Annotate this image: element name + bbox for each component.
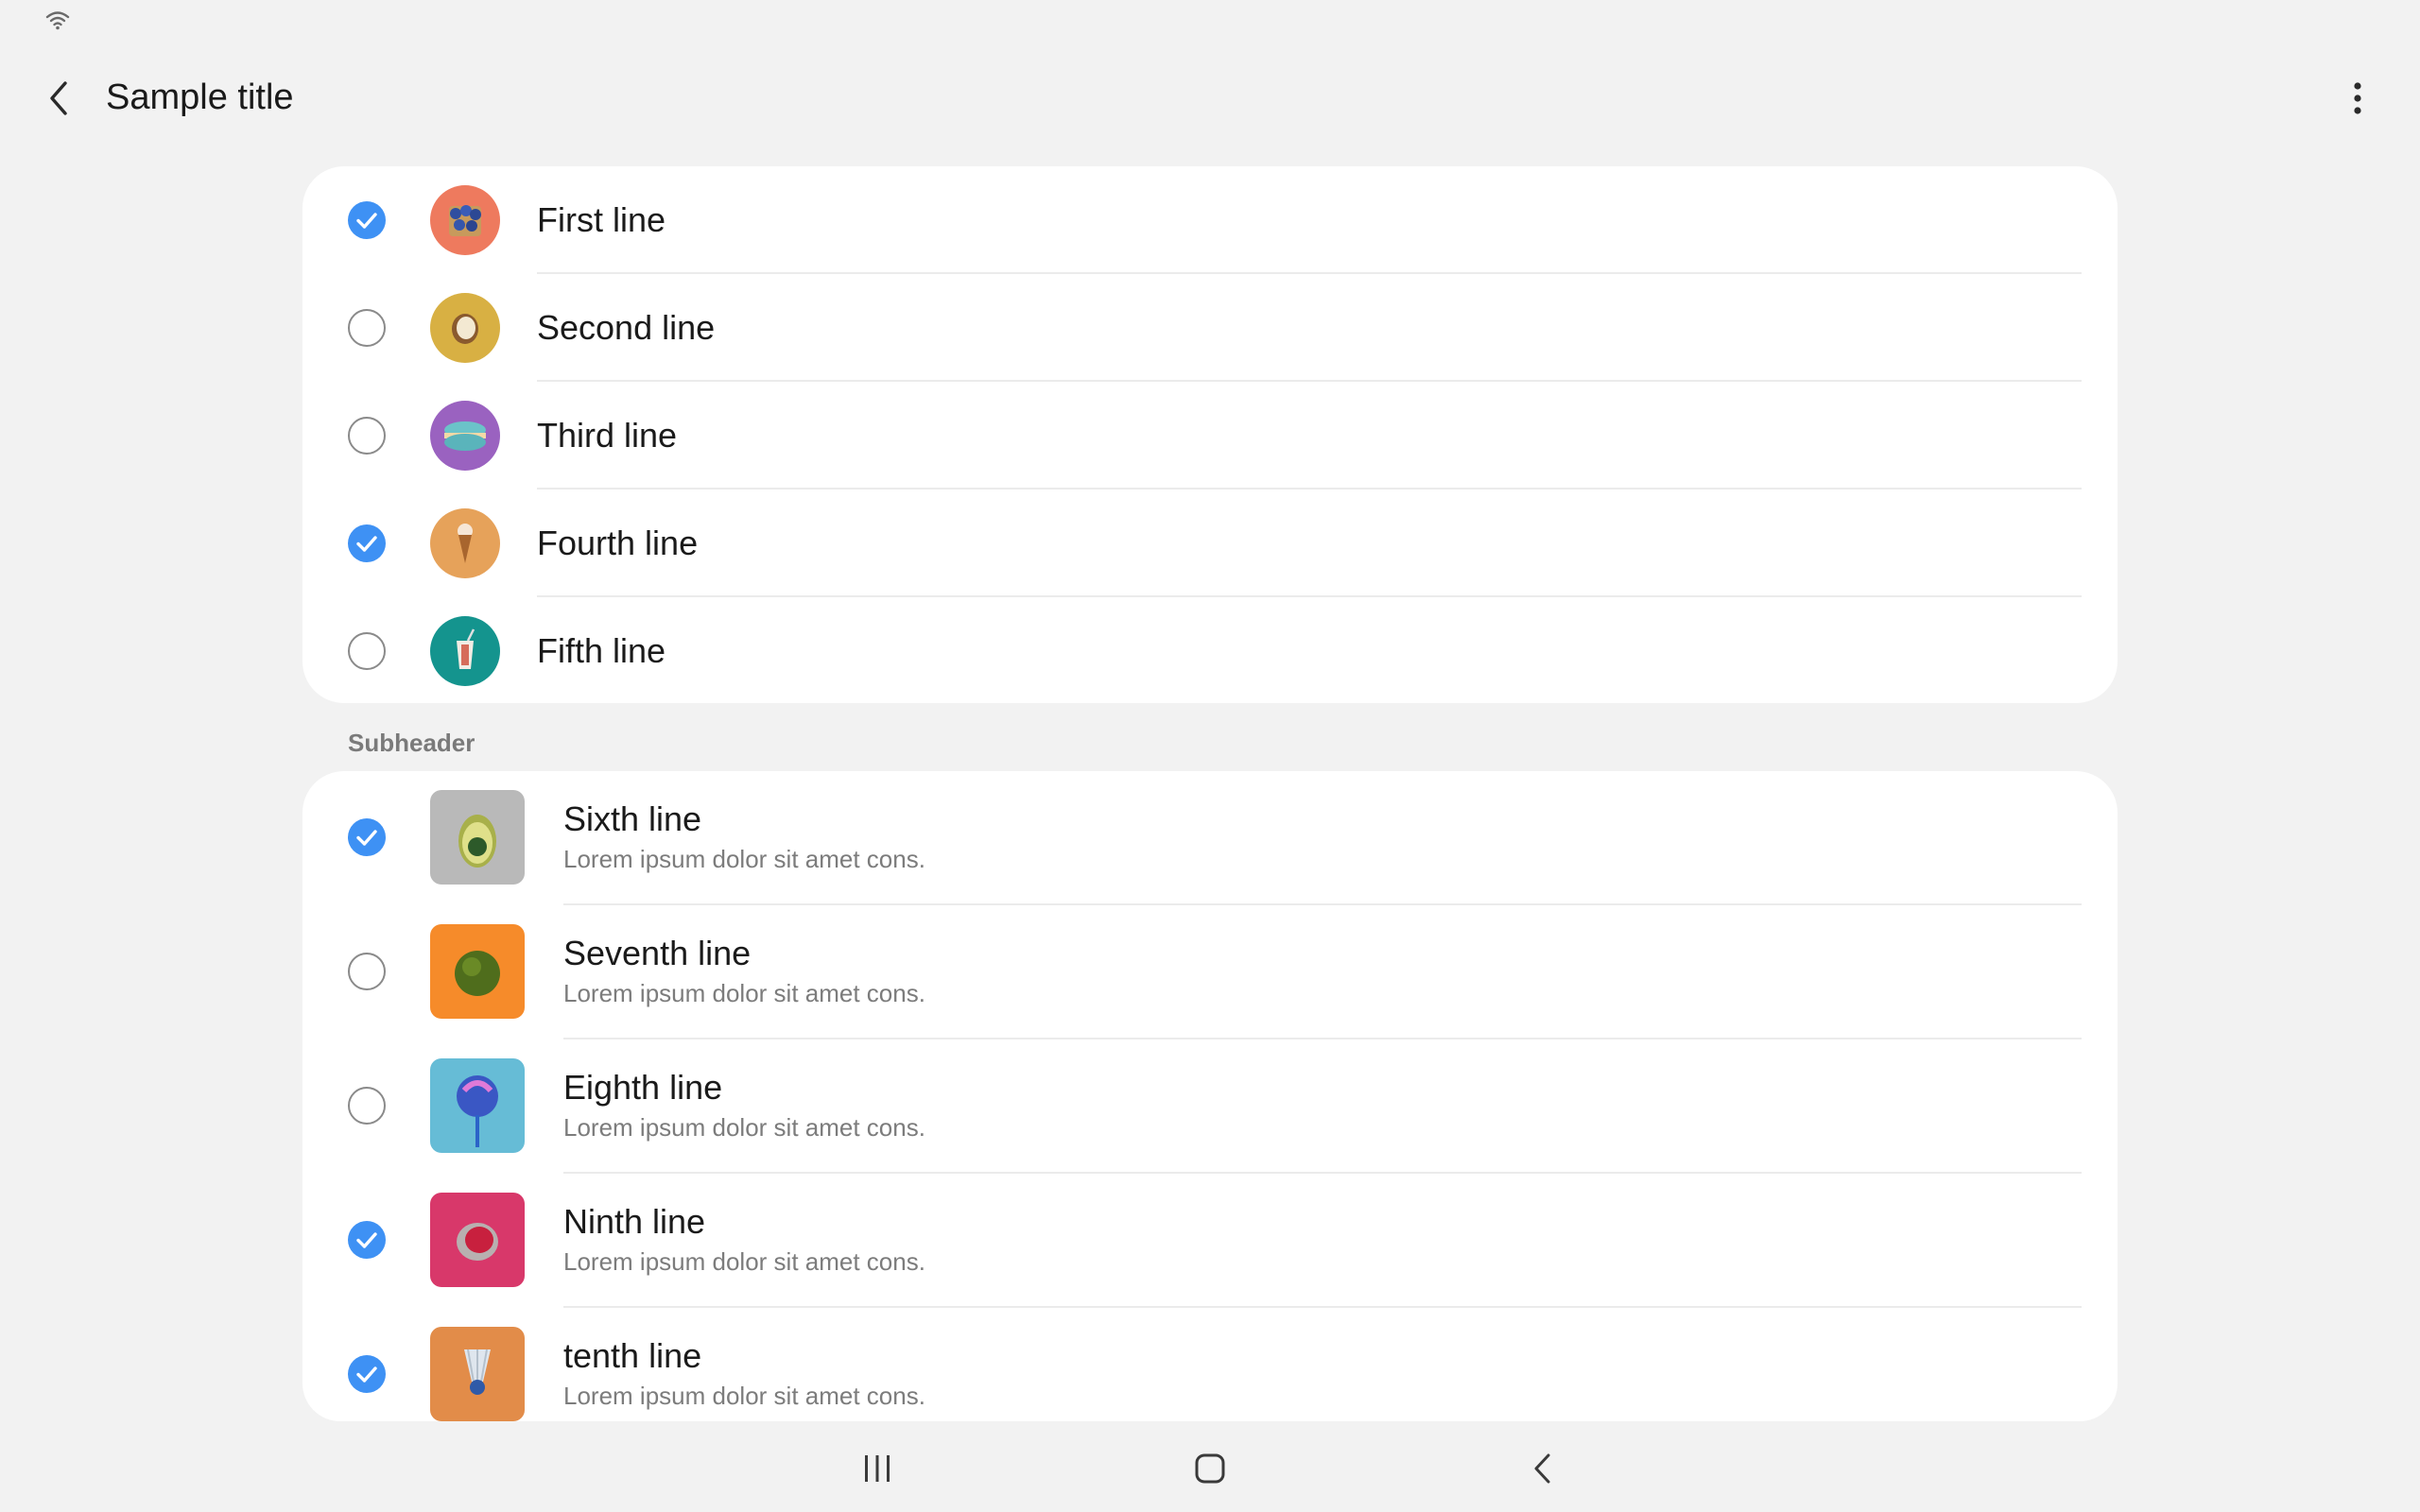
row-title: Eighth line <box>563 1068 723 1107</box>
checkbox-unchecked[interactable] <box>348 1087 386 1125</box>
row-title: tenth line <box>563 1336 702 1375</box>
wifi-icon <box>45 9 70 30</box>
back-icon[interactable] <box>1520 1446 1565 1491</box>
list-item[interactable]: tenth line Lorem ipsum dolor sit amet co… <box>302 1308 2118 1421</box>
page-title: Sample title <box>106 77 294 117</box>
row-title: Sixth line <box>563 799 702 838</box>
row-subtitle: Lorem ipsum dolor sit amet cons. <box>563 1382 925 1410</box>
checkbox-unchecked[interactable] <box>348 309 386 347</box>
avocado-image <box>430 790 525 885</box>
row-title: First line <box>537 200 666 239</box>
macaron-image <box>430 401 500 471</box>
home-icon[interactable] <box>1187 1446 1233 1491</box>
coconut-image <box>430 293 500 363</box>
recents-icon[interactable] <box>855 1446 900 1491</box>
checkbox-checked[interactable] <box>348 1221 386 1259</box>
list-item[interactable]: Fourth line <box>302 490 2118 597</box>
checkbox-checked[interactable] <box>348 1355 386 1393</box>
navigation-bar <box>0 1429 2420 1512</box>
checkbox-unchecked[interactable] <box>348 417 386 455</box>
row-title: Second line <box>537 308 716 347</box>
row-title: Fourth line <box>537 524 699 562</box>
list-card-1: First line Second line Third line Fourth… <box>302 166 2118 703</box>
checkbox-checked[interactable] <box>348 524 386 562</box>
list-item[interactable]: Second line <box>302 274 2118 382</box>
row-subtitle: Lorem ipsum dolor sit amet cons. <box>563 979 925 1007</box>
row-title: Fifth line <box>537 631 666 670</box>
checkbox-checked[interactable] <box>348 201 386 239</box>
row-subtitle: Lorem ipsum dolor sit amet cons. <box>563 1247 925 1276</box>
checkbox-unchecked[interactable] <box>348 632 386 670</box>
list-item[interactable]: Seventh line Lorem ipsum dolor sit amet … <box>302 905 2118 1040</box>
green-ball-image <box>430 924 525 1019</box>
row-title: Seventh line <box>563 934 752 972</box>
blueberries-basket-image <box>430 185 500 255</box>
subheader: Subheader <box>348 729 475 757</box>
row-title: Third line <box>537 416 678 455</box>
app-bar: Sample title <box>0 59 2420 138</box>
row-subtitle: Lorem ipsum dolor sit amet cons. <box>563 1113 925 1142</box>
lollipop-image <box>430 1058 525 1153</box>
checkbox-checked[interactable] <box>348 818 386 856</box>
row-subtitle: Lorem ipsum dolor sit amet cons. <box>563 845 925 873</box>
list-item[interactable]: Ninth line Lorem ipsum dolor sit amet co… <box>302 1174 2118 1308</box>
list-card-2: Sixth line Lorem ipsum dolor sit amet co… <box>302 771 2118 1421</box>
row-title: Ninth line <box>563 1202 706 1241</box>
screen: Sample title First line Second line Thir… <box>0 0 2420 1512</box>
list-item[interactable]: Fifth line <box>302 597 2118 703</box>
shuttlecock-image <box>430 1327 525 1421</box>
list-item[interactable]: Sixth line Lorem ipsum dolor sit amet co… <box>302 771 2118 905</box>
checkbox-unchecked[interactable] <box>348 953 386 990</box>
raspberry-sweet-image <box>430 1193 525 1287</box>
ice-cream-image <box>430 508 500 578</box>
more-vertical-icon[interactable] <box>2335 76 2380 121</box>
list-item[interactable]: Third line <box>302 382 2118 490</box>
chevron-left-icon[interactable] <box>36 76 81 121</box>
list-item[interactable]: First line <box>302 166 2118 274</box>
list-item[interactable]: Eighth line Lorem ipsum dolor sit amet c… <box>302 1040 2118 1174</box>
paper-cup-image <box>430 616 500 686</box>
status-bar <box>0 0 2420 42</box>
